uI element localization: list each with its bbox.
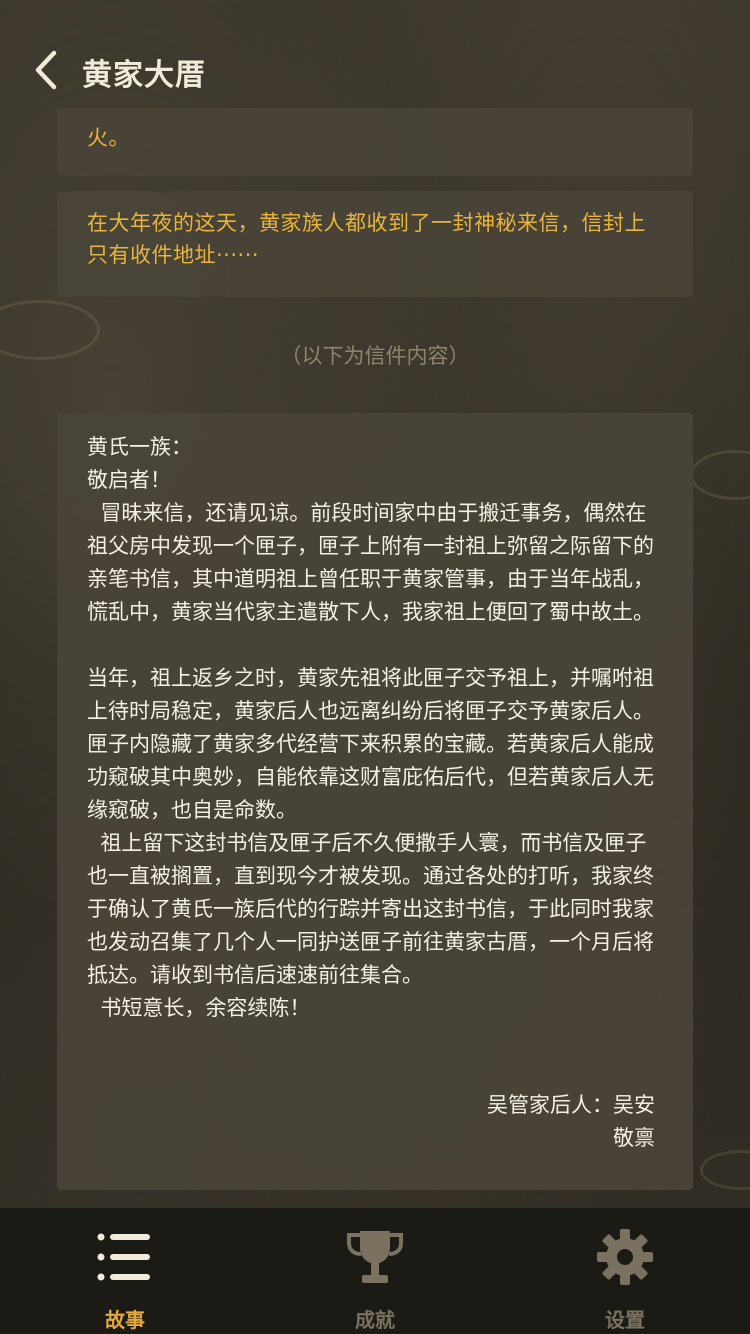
story-card-text: 在大年夜的这天，黄家族人都收到了一封神秘来信，信封上只有收件地址······ [87, 211, 646, 267]
tab-label: 故事 [105, 1308, 145, 1332]
letter-greeting: 敬启者！ [87, 468, 171, 492]
tab-label: 设置 [605, 1308, 645, 1332]
letter-salutation: 黄氏一族： [87, 435, 192, 459]
tab-settings[interactable]: 设置 [500, 1208, 750, 1334]
list-icon [94, 1226, 156, 1288]
trophy-icon [344, 1226, 406, 1288]
gear-icon [594, 1226, 656, 1288]
letter-signature: 吴管家后人：吴安 [487, 1093, 655, 1117]
top-bar: 黄家大厝 [0, 0, 750, 108]
letter-paragraph: 祖上留下这封书信及匣子后不久便撒手人寰，而书信及匣子也一直被搁置，直到现今才被发… [87, 831, 654, 987]
page-title: 黄家大厝 [82, 58, 206, 93]
story-scroll-area[interactable]: 火。 在大年夜的这天，黄家族人都收到了一封神秘来信，信封上只有收件地址·····… [0, 108, 750, 1208]
bottom-tab-bar: 故事 成就 设置 [0, 1208, 750, 1334]
letter-signature-block: 吴管家后人：吴安 敬禀 [487, 1089, 655, 1155]
story-card: 在大年夜的这天，黄家族人都收到了一封神秘来信，信封上只有收件地址······ [57, 191, 693, 297]
letter-signoff: 敬禀 [613, 1126, 655, 1150]
back-button[interactable] [28, 48, 64, 92]
chevron-left-icon [35, 50, 57, 90]
letter-spacer [87, 629, 663, 662]
letter-card: 黄氏一族： 敬启者！ 冒昧来信，还请见谅。前段时间家中由于搬迁事务，偶然在祖父房… [57, 413, 693, 1190]
story-card-text: 火。 [87, 126, 130, 150]
letter-closing: 书短意长，余容续陈！ [87, 996, 311, 1020]
tab-achievements[interactable]: 成就 [250, 1208, 500, 1334]
story-card: 火。 [57, 108, 693, 176]
letter-divider-note: （以下为信件内容） [280, 344, 470, 368]
letter-paragraph: 当年，祖上返乡之时，黄家先祖将此匣子交予祖上，并嘱咐祖上待时局稳定，黄家后人也远… [87, 666, 654, 822]
tab-story[interactable]: 故事 [0, 1208, 250, 1334]
letter-paragraph: 冒昧来信，还请见谅。前段时间家中由于搬迁事务，偶然在祖父房中发现一个匣子，匣子上… [87, 501, 654, 624]
tab-label: 成就 [355, 1308, 395, 1332]
